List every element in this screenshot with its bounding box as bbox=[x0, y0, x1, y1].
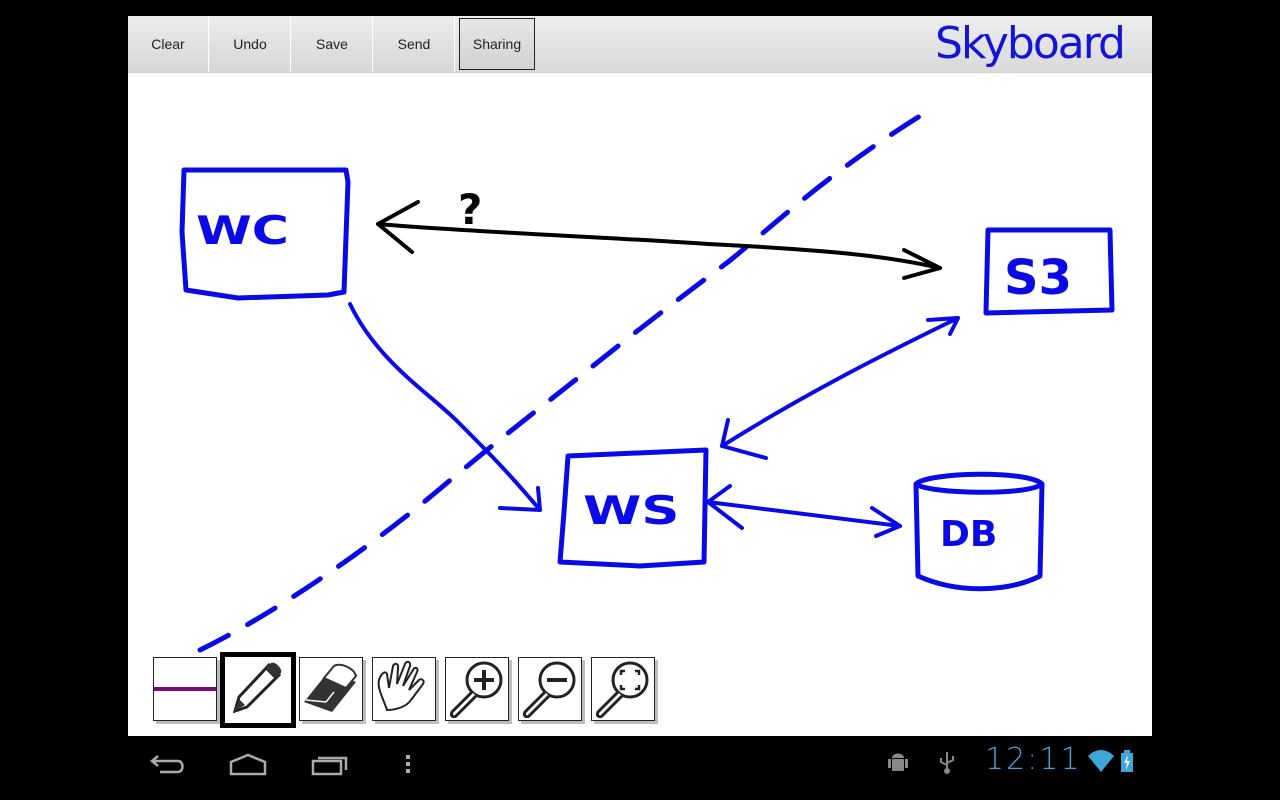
usb-icon bbox=[940, 752, 954, 774]
ws-s3-arrow bbox=[720, 316, 960, 460]
pan-tool-button[interactable] bbox=[372, 657, 436, 721]
pencil-tool-button[interactable] bbox=[220, 652, 296, 728]
menu-icon bbox=[406, 755, 410, 773]
color-picker-button[interactable] bbox=[153, 657, 217, 721]
ws-db-arrow bbox=[706, 484, 902, 538]
color-swatch-icon bbox=[154, 687, 216, 691]
recent-apps-button[interactable] bbox=[300, 748, 360, 780]
menu-button[interactable] bbox=[378, 748, 438, 780]
wc-label: WC bbox=[196, 208, 289, 254]
db-label: DB bbox=[940, 514, 997, 555]
zoom-out-icon bbox=[523, 661, 576, 718]
home-button[interactable] bbox=[218, 748, 278, 780]
skyboard-app: Clear Undo Save Send Sharing Skyboard WC… bbox=[128, 16, 1152, 736]
back-icon bbox=[150, 755, 184, 774]
sketch-layer[interactable]: WC S3 WS DB ? bbox=[128, 72, 1152, 736]
battery-charging-icon bbox=[1121, 750, 1133, 772]
undo-button[interactable]: Undo bbox=[210, 16, 291, 72]
system-bar: 12:11 bbox=[128, 736, 1152, 800]
save-button[interactable]: Save bbox=[292, 16, 373, 72]
s3-label: S3 bbox=[1004, 250, 1072, 306]
zoom-out-button[interactable] bbox=[518, 657, 582, 721]
zoom-fit-button[interactable] bbox=[591, 657, 655, 721]
question-mark: ? bbox=[458, 185, 482, 234]
status-clock: 12:11 bbox=[985, 742, 1082, 777]
android-debug-icon bbox=[888, 753, 908, 771]
wc-ws-arrow bbox=[348, 302, 542, 512]
recent-apps-icon bbox=[311, 756, 348, 776]
hand-icon bbox=[377, 660, 425, 712]
zoom-in-icon bbox=[450, 661, 503, 718]
drawing-canvas[interactable]: WC S3 WS DB ? bbox=[128, 72, 1152, 736]
send-button[interactable]: Send bbox=[374, 16, 455, 72]
dashed-divider-line bbox=[197, 105, 936, 653]
clear-button[interactable]: Clear bbox=[128, 16, 209, 72]
zoom-in-button[interactable] bbox=[445, 657, 509, 721]
wifi-icon bbox=[1088, 750, 1114, 772]
eraser-icon bbox=[304, 663, 358, 712]
top-toolbar: Clear Undo Save Send Sharing Skyboard bbox=[128, 16, 1152, 73]
home-icon bbox=[229, 753, 267, 776]
zoom-fit-icon bbox=[596, 661, 649, 718]
pencil-icon bbox=[232, 662, 282, 714]
app-logo: Skyboard bbox=[935, 18, 1126, 69]
eraser-tool-button[interactable] bbox=[299, 657, 363, 721]
ws-label: WS bbox=[583, 488, 679, 533]
back-button[interactable] bbox=[138, 748, 198, 780]
sharing-button[interactable]: Sharing bbox=[459, 18, 535, 70]
